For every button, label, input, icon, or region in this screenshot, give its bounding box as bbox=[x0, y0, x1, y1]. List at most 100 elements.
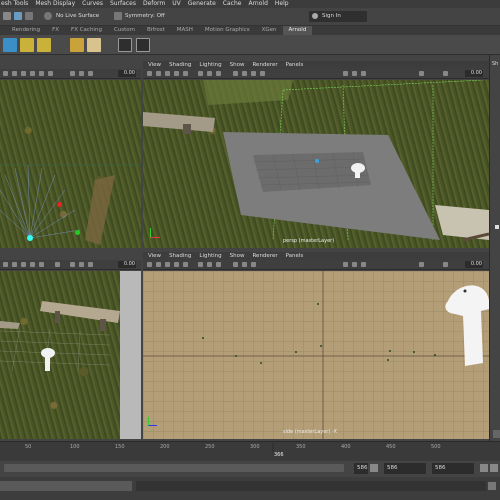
vp-menu-show[interactable]: Show bbox=[230, 252, 245, 260]
vp-menu-panels[interactable]: Panels bbox=[286, 252, 304, 260]
grid-toggle-icon[interactable] bbox=[233, 262, 238, 267]
xray-icon[interactable] bbox=[79, 262, 84, 267]
command-input[interactable] bbox=[0, 481, 132, 491]
range-max-field[interactable]: 586 bbox=[432, 463, 474, 474]
shadow-icon[interactable] bbox=[198, 262, 203, 267]
camera-icon[interactable] bbox=[3, 71, 8, 76]
tab-arnold[interactable]: Arnold bbox=[282, 26, 313, 35]
menu-curves[interactable]: Curves bbox=[82, 0, 103, 8]
menu-deform[interactable]: Deform bbox=[143, 0, 165, 8]
arnold-skydome-icon[interactable] bbox=[70, 38, 84, 52]
film-gate-icon[interactable] bbox=[260, 71, 265, 76]
resolution-gate-icon[interactable] bbox=[251, 262, 256, 267]
range-handle-icon[interactable] bbox=[370, 464, 378, 472]
xray-icon[interactable] bbox=[216, 262, 221, 267]
vp-menu-shading[interactable]: Shading bbox=[169, 252, 191, 260]
isolate-icon[interactable] bbox=[70, 71, 75, 76]
range-start-field[interactable]: 586 bbox=[354, 463, 368, 474]
live-surface-icon[interactable] bbox=[44, 12, 52, 20]
menu-help[interactable]: Help bbox=[275, 0, 289, 8]
playblast-icon[interactable] bbox=[136, 38, 150, 52]
isolate-icon[interactable] bbox=[207, 71, 212, 76]
tab-rendering[interactable]: Rendering bbox=[6, 26, 46, 35]
viewport-bottom-left[interactable] bbox=[0, 271, 120, 439]
smooth-shade-icon[interactable] bbox=[165, 71, 170, 76]
render-view-icon[interactable] bbox=[118, 38, 132, 52]
menu-generate[interactable]: Generate bbox=[188, 0, 216, 8]
resolution-gate-icon[interactable] bbox=[251, 71, 256, 76]
wireframe-icon[interactable] bbox=[12, 71, 17, 76]
tab-fx[interactable]: FX bbox=[46, 26, 65, 35]
light-icon[interactable] bbox=[183, 262, 188, 267]
motion-blur-icon[interactable] bbox=[343, 71, 348, 76]
sign-in-button[interactable]: Sign In bbox=[309, 11, 367, 22]
tab-bifrost[interactable]: Bifrost bbox=[141, 26, 171, 35]
exposure-field[interactable]: 0.00 bbox=[118, 70, 136, 77]
script-editor-icon[interactable] bbox=[488, 482, 496, 490]
texture-icon[interactable] bbox=[30, 71, 35, 76]
wireframe-icon[interactable] bbox=[12, 262, 17, 267]
gamma-icon[interactable] bbox=[443, 262, 448, 267]
range-end-field[interactable]: 586 bbox=[384, 463, 426, 474]
hud-icon[interactable] bbox=[242, 71, 247, 76]
viewport-persp[interactable]: persp (masterLayer) bbox=[143, 80, 489, 248]
menu-surfaces[interactable]: Surfaces bbox=[110, 0, 136, 8]
menu-mesh-display[interactable]: Mesh Display bbox=[35, 0, 75, 8]
shadow-icon[interactable] bbox=[198, 71, 203, 76]
gamma-icon[interactable] bbox=[443, 71, 448, 76]
light-icon[interactable] bbox=[183, 71, 188, 76]
live-surface-label[interactable]: No Live Surface bbox=[56, 13, 99, 19]
vp-menu-lighting[interactable]: Lighting bbox=[199, 61, 221, 69]
vp-menu-view[interactable]: View bbox=[148, 61, 161, 69]
panel-scrollbar[interactable] bbox=[493, 430, 500, 438]
exposure-icon[interactable] bbox=[419, 71, 424, 76]
texture-icon[interactable] bbox=[174, 262, 179, 267]
smooth-shade-icon[interactable] bbox=[21, 71, 26, 76]
vp-menu-show[interactable]: Show bbox=[230, 61, 245, 69]
isolate-icon[interactable] bbox=[207, 262, 212, 267]
smooth-shade-icon[interactable] bbox=[21, 262, 26, 267]
pivot-center-icon[interactable] bbox=[315, 159, 319, 163]
red-point-icon[interactable] bbox=[57, 202, 62, 207]
arnold-mesh-light-icon[interactable] bbox=[87, 38, 101, 52]
camera-icon[interactable] bbox=[147, 71, 152, 76]
ao-icon[interactable] bbox=[352, 71, 357, 76]
xray-icon[interactable] bbox=[79, 71, 84, 76]
motion-blur-icon[interactable] bbox=[343, 262, 348, 267]
exposure-field[interactable]: 0.00 bbox=[465, 70, 483, 77]
panel-tab-label[interactable]: Sh bbox=[492, 61, 498, 67]
viewport-top-left[interactable] bbox=[0, 80, 141, 248]
green-point-icon[interactable] bbox=[75, 230, 80, 235]
shadow-icon[interactable] bbox=[55, 262, 60, 267]
smooth-shade-icon[interactable] bbox=[165, 262, 170, 267]
vp-menu-renderer[interactable]: Renderer bbox=[252, 61, 277, 69]
grid-toggle-icon[interactable] bbox=[88, 262, 93, 267]
vp-menu-lighting[interactable]: Lighting bbox=[199, 252, 221, 260]
exposure-field[interactable]: 0.00 bbox=[118, 261, 136, 268]
aa-icon[interactable] bbox=[361, 262, 366, 267]
tab-fx-caching[interactable]: FX Caching bbox=[65, 26, 108, 35]
ao-icon[interactable] bbox=[352, 262, 357, 267]
vp-menu-renderer[interactable]: Renderer bbox=[252, 252, 277, 260]
shadow-icon[interactable] bbox=[48, 71, 53, 76]
vp-menu-panels[interactable]: Panels bbox=[286, 61, 304, 69]
light-icon[interactable] bbox=[39, 262, 44, 267]
manipulator-center-icon[interactable] bbox=[27, 235, 33, 241]
menu-uv[interactable]: UV bbox=[172, 0, 181, 8]
vp-menu-shading[interactable]: Shading bbox=[169, 61, 191, 69]
time-slider[interactable]: 50 100 150 200 250 300 350 400 450 500 3… bbox=[0, 441, 500, 461]
animation-prefs-icon[interactable] bbox=[490, 464, 498, 472]
viewport-side[interactable]: side (masterLayer) -X bbox=[143, 271, 489, 439]
texture-icon[interactable] bbox=[30, 262, 35, 267]
arnold-render-icon[interactable] bbox=[3, 38, 17, 52]
texture-icon[interactable] bbox=[174, 71, 179, 76]
arnold-light-icon[interactable] bbox=[20, 38, 34, 52]
camera-icon[interactable] bbox=[3, 262, 8, 267]
exposure-field[interactable]: 0.00 bbox=[465, 261, 483, 268]
camera-icon[interactable] bbox=[147, 262, 152, 267]
xray-icon[interactable] bbox=[216, 71, 221, 76]
exposure-icon[interactable] bbox=[419, 262, 424, 267]
arnold-shader-icon[interactable] bbox=[37, 38, 51, 52]
component-mode-icon[interactable] bbox=[14, 12, 22, 20]
aa-icon[interactable] bbox=[361, 71, 366, 76]
